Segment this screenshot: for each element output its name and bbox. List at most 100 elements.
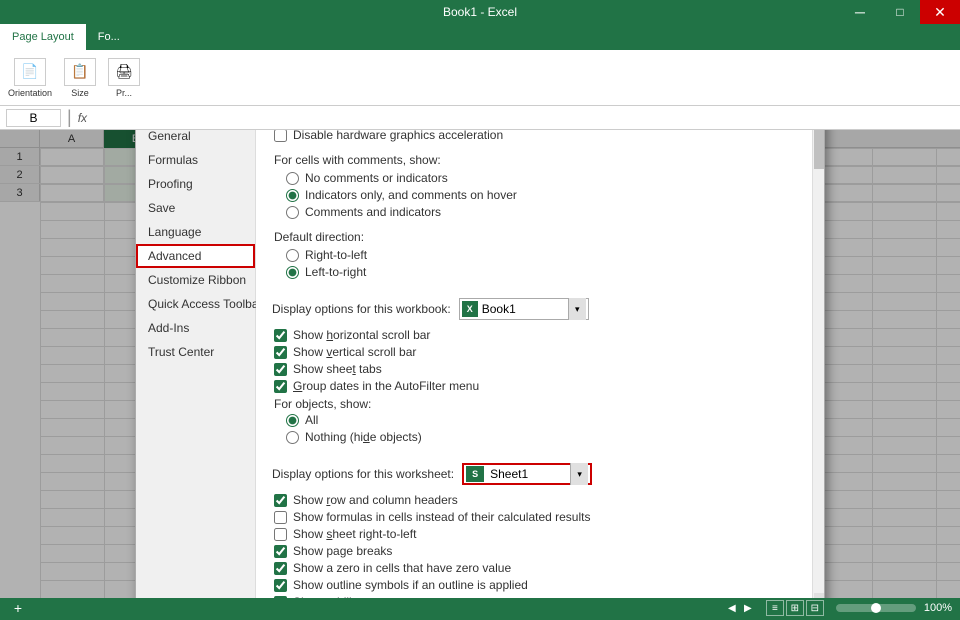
tab-formula[interactable]: Fo... (86, 24, 132, 50)
show-right-left-row: Show sheet right-to-left (272, 527, 808, 541)
show-formulas-label: Show formulas in cells instead of their … (293, 510, 590, 524)
zoom-level: 100% (924, 602, 952, 614)
view-scroll-right[interactable]: ▶ (742, 602, 754, 614)
fx-icon: fx (78, 111, 87, 125)
show-formulas-row: Show formulas in cells instead of their … (272, 510, 808, 524)
show-formulas-checkbox[interactable] (274, 511, 287, 524)
sidebar-item-advanced[interactable]: Advanced (136, 244, 255, 268)
name-box[interactable]: B (6, 109, 61, 127)
orientation-btn[interactable]: 📄 (14, 58, 46, 86)
formula-separator: | (67, 107, 72, 128)
show-h-scroll-checkbox[interactable] (274, 329, 287, 342)
ribbon-group-print: 🖨 Pr... (108, 58, 140, 98)
dialog-main-content: Disable hardware graphics acceleration F… (256, 130, 824, 598)
no-comments-label: No comments or indicators (305, 171, 448, 185)
comments-indicators-row: Comments and indicators (272, 205, 808, 219)
show-h-scroll-label: Show horizontal scroll bar (293, 328, 430, 342)
ribbon-group-size: 📋 Size (64, 58, 96, 98)
indicators-only-label: Indicators only, and comments on hover (305, 188, 517, 202)
sidebar-item-save[interactable]: Save (136, 196, 255, 220)
view-scroll-left[interactable]: ◀ (726, 602, 738, 614)
objects-all-radio[interactable] (286, 414, 299, 427)
cells-comments-header: For cells with comments, show: (272, 153, 808, 167)
show-outline-label: Show outline symbols if an outline is ap… (293, 578, 528, 592)
show-sheet-tabs-label: Show sheet tabs (293, 362, 382, 376)
sidebar-item-customize-ribbon[interactable]: Customize Ribbon (136, 268, 255, 292)
sidebar-item-general[interactable]: General (136, 130, 255, 148)
show-outline-row: Show outline symbols if an outline is ap… (272, 578, 808, 592)
show-zero-label: Show a zero in cells that have zero valu… (293, 561, 511, 575)
left-to-right-row: Left-to-right (272, 265, 808, 279)
worksheet-dropdown-arrow[interactable]: ▾ (570, 463, 588, 485)
sidebar-item-proofing[interactable]: Proofing (136, 172, 255, 196)
view-normal-btn[interactable]: ≡ (766, 600, 784, 616)
group-dates-row: Group dates in the AutoFilter menu (272, 379, 808, 393)
show-page-breaks-label: Show page breaks (293, 544, 392, 558)
maximize-btn[interactable]: □ (880, 0, 920, 24)
close-btn[interactable]: ✕ (920, 0, 960, 24)
zoom-slider[interactable] (836, 604, 916, 612)
no-comments-radio[interactable] (286, 172, 299, 185)
view-layout-btn[interactable]: ⊞ (786, 600, 804, 616)
default-direction-header: Default direction: (272, 230, 808, 244)
show-zero-checkbox[interactable] (274, 562, 287, 575)
show-v-scroll-checkbox[interactable] (274, 346, 287, 359)
show-right-left-label: Show sheet right-to-left (293, 527, 416, 541)
minimize-btn[interactable]: ─ (840, 0, 880, 24)
show-row-col-checkbox[interactable] (274, 494, 287, 507)
workbook-dropdown-value: Book1 (482, 302, 564, 316)
sidebar-item-add-ins[interactable]: Add-Ins (136, 316, 255, 340)
hardware-accel-checkbox[interactable] (274, 130, 287, 142)
hardware-accel-label: Disable hardware graphics acceleration (293, 130, 503, 142)
worksheet-dropdown-value: Sheet1 (490, 467, 566, 481)
dialog-body: General Formulas Proofing Save Language (136, 130, 824, 598)
workbook-dropdown[interactable]: X Book1 ▾ (459, 298, 589, 320)
show-v-scroll-label: Show vertical scroll bar (293, 345, 416, 359)
group-dates-checkbox[interactable] (274, 380, 287, 393)
ribbon-group-orientation: 📄 Orientation (8, 58, 52, 98)
display-workbook-header: Display options for this workbook: X Boo… (272, 298, 808, 320)
sidebar-item-language[interactable]: Language (136, 220, 255, 244)
workbook-dropdown-arrow[interactable]: ▾ (568, 298, 586, 320)
group-dates-label: Group dates in the AutoFilter menu (293, 379, 479, 393)
worksheet-icon: S (466, 466, 484, 482)
left-to-right-radio[interactable] (286, 266, 299, 279)
objects-nothing-label: Nothing (hide objects) (305, 430, 422, 444)
right-to-left-row: Right-to-left (272, 248, 808, 262)
show-outline-checkbox[interactable] (274, 579, 287, 592)
show-gridlines-label: Show gridlines (293, 595, 371, 598)
workbook-excel-icon: X (462, 301, 478, 317)
sidebar-item-formulas[interactable]: Formulas (136, 148, 255, 172)
sidebar-item-quick-access[interactable]: Quick Access Toolbar (136, 292, 255, 316)
show-v-scroll-row: Show vertical scroll bar (272, 345, 808, 359)
show-page-breaks-checkbox[interactable] (274, 545, 287, 558)
view-break-btn[interactable]: ⊟ (806, 600, 824, 616)
show-sheet-tabs-checkbox[interactable] (274, 363, 287, 376)
objects-nothing-radio[interactable] (286, 431, 299, 444)
show-gridlines-checkbox[interactable] (274, 596, 287, 599)
size-btn[interactable]: 📋 (64, 58, 96, 86)
hardware-accel-row: Disable hardware graphics acceleration (272, 130, 808, 142)
right-to-left-label: Right-to-left (305, 248, 367, 262)
dialog-sidebar: General Formulas Proofing Save Language (136, 130, 256, 598)
comments-indicators-radio[interactable] (286, 206, 299, 219)
comments-indicators-label: Comments and indicators (305, 205, 441, 219)
show-zero-row: Show a zero in cells that have zero valu… (272, 561, 808, 575)
show-sheet-tabs-row: Show sheet tabs (272, 362, 808, 376)
objects-show-header: For objects, show: (272, 397, 808, 411)
left-to-right-label: Left-to-right (305, 265, 366, 279)
objects-all-row: All (272, 413, 808, 427)
excel-options-dialog: Excel Options ? ✕ General (135, 130, 825, 598)
show-page-breaks-row: Show page breaks (272, 544, 808, 558)
modal-overlay: Excel Options ? ✕ General (0, 130, 960, 598)
show-right-left-checkbox[interactable] (274, 528, 287, 541)
display-worksheet-header: Display options for this worksheet: S Sh… (272, 463, 808, 485)
sidebar-item-trust-center[interactable]: Trust Center (136, 340, 255, 364)
tab-page-layout[interactable]: Page Layout (0, 24, 86, 50)
print-btn[interactable]: 🖨 (108, 58, 140, 86)
app-title: Book1 - Excel (443, 5, 517, 19)
indicators-only-radio[interactable] (286, 189, 299, 202)
worksheet-dropdown[interactable]: S Sheet1 ▾ (462, 463, 592, 485)
add-sheet-btn[interactable]: + (8, 600, 28, 616)
right-to-left-radio[interactable] (286, 249, 299, 262)
